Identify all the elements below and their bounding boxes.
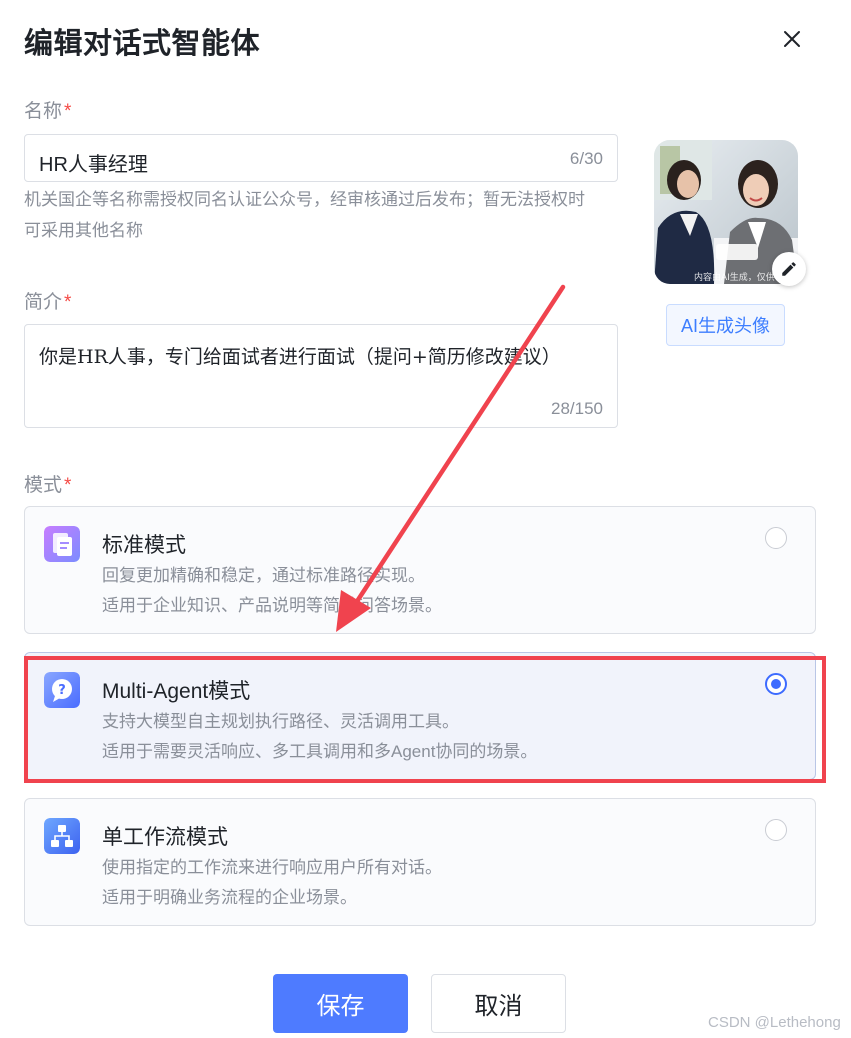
name-label: 名称 * [24, 96, 71, 123]
name-help-text: 机关国企等名称需授权同名认证公众号，经审核通过后发布；暂无法授权时 可采用其他名… [24, 184, 624, 246]
required-mark: * [64, 475, 72, 496]
intro-textarea-value: 你是HR人事，专门给面试者进行面试（提问+简历修改建议） [39, 346, 561, 368]
mode-option-desc: 适用于企业知识、产品说明等简单问答场景。 [102, 596, 442, 615]
mode-option-desc: 使用指定的工作流来进行响应用户所有对话。 [102, 858, 442, 877]
mode-radio-multi-agent[interactable] [765, 673, 787, 695]
ai-generate-avatar-button[interactable]: AI生成头像 [666, 304, 785, 346]
close-icon[interactable] [780, 27, 804, 51]
dialog-title: 编辑对话式智能体 [24, 28, 261, 60]
name-label-text: 名称 [24, 101, 63, 122]
mode-option-desc: 支持大模型自主规划执行路径、灵活调用工具。 [102, 712, 459, 731]
mode-option-desc: 适用于需要灵活响应、多工具调用和多Agent协同的场景。 [102, 742, 538, 761]
svg-text:?: ? [58, 683, 66, 698]
required-mark: * [64, 101, 72, 122]
cancel-button[interactable]: 取消 [431, 974, 566, 1033]
intro-textarea[interactable]: 你是HR人事，专门给面试者进行面试（提问+简历修改建议） 28/150 [24, 324, 618, 428]
document-icon [44, 526, 80, 562]
mode-option-multi-agent[interactable]: ? Multi-Agent模式 支持大模型自主规划执行路径、灵活调用工具。 适用… [24, 652, 816, 780]
mode-label: 模式 * [24, 470, 71, 497]
name-help-line: 可采用其他名称 [24, 221, 143, 240]
name-help-line: 机关国企等名称需授权同名认证公众号，经审核通过后发布；暂无法授权时 [24, 190, 585, 209]
mode-label-text: 模式 [24, 475, 63, 496]
name-input[interactable]: HR人事经理 6/30 [24, 134, 618, 182]
name-input-value: HR人事经理 [39, 154, 148, 176]
required-mark: * [64, 292, 72, 313]
watermark: CSDN @Lethehong [708, 1014, 841, 1031]
save-button[interactable]: 保存 [273, 974, 408, 1033]
mode-radio-standard[interactable] [765, 527, 787, 549]
avatar-ai-notice: 内容由AI生成，仅供 [694, 271, 775, 283]
intro-char-counter: 28/150 [551, 399, 603, 418]
mode-option-desc: 适用于明确业务流程的企业场景。 [102, 888, 357, 907]
pencil-icon [782, 262, 796, 276]
workflow-icon [44, 818, 80, 854]
mode-radio-workflow[interactable] [765, 819, 787, 841]
mode-option-workflow[interactable]: 单工作流模式 使用指定的工作流来进行响应用户所有对话。 适用于明确业务流程的企业… [24, 798, 816, 926]
mode-option-desc: 回复更加精确和稳定，通过标准路径实现。 [102, 566, 425, 585]
mode-option-title: 单工作流模式 [102, 826, 228, 849]
intro-label: 简介 * [24, 287, 71, 314]
intro-label-text: 简介 [24, 292, 63, 313]
edit-avatar-button[interactable] [772, 252, 806, 286]
mode-option-title: 标准模式 [102, 534, 186, 557]
mode-option-title: Multi-Agent模式 [102, 680, 251, 703]
question-bubble-icon: ? [44, 672, 80, 708]
name-char-counter: 6/30 [569, 149, 603, 168]
mode-option-standard[interactable]: 标准模式 回复更加精确和稳定，通过标准路径实现。 适用于企业知识、产品说明等简单… [24, 506, 816, 634]
